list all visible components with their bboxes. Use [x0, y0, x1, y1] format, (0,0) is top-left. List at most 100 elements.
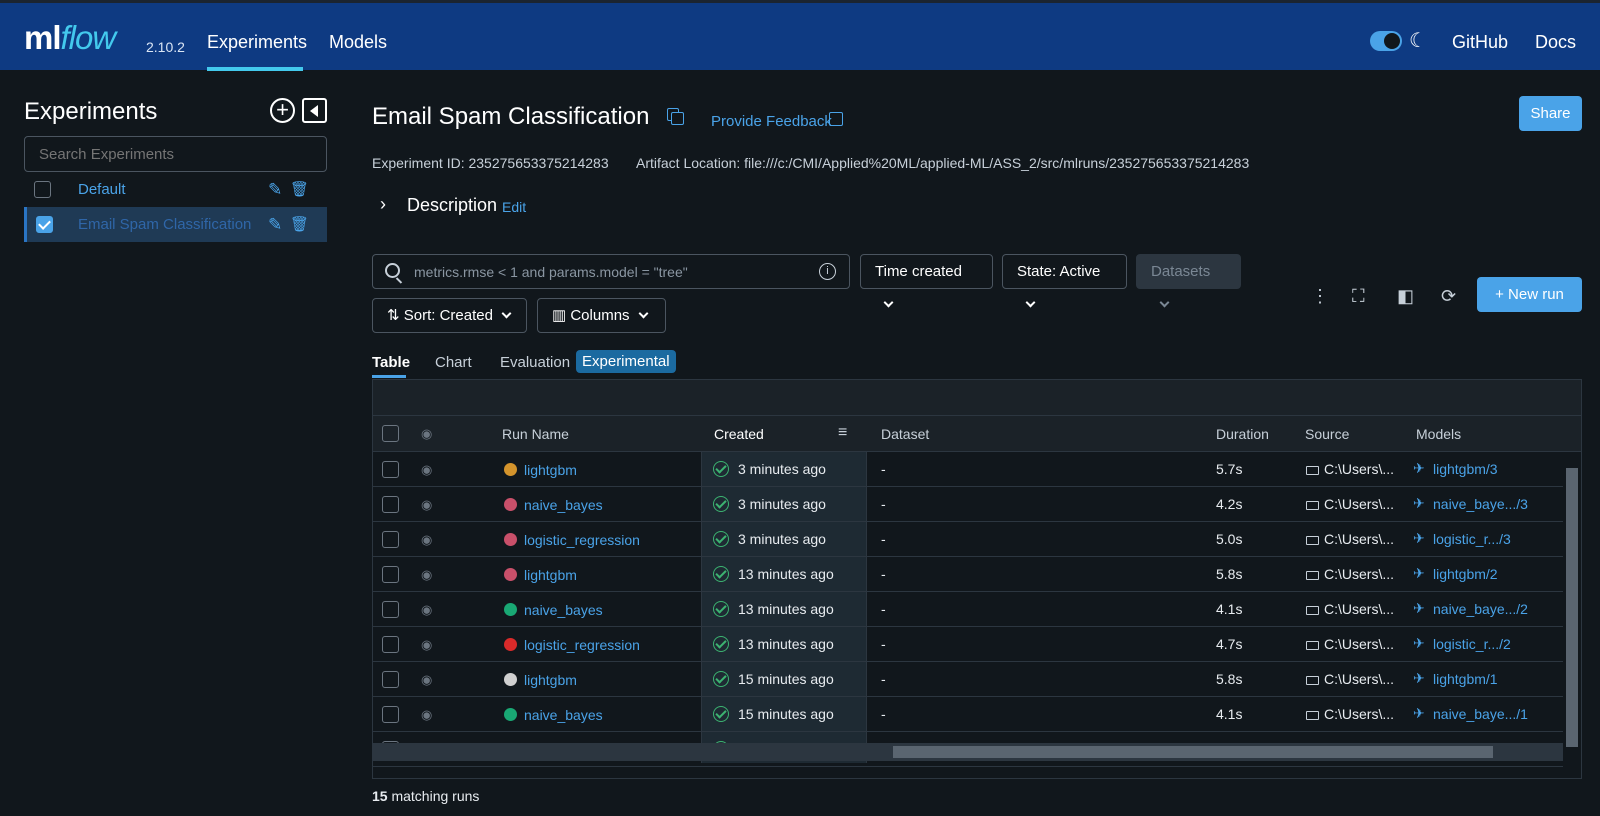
eye-icon[interactable]: ◉	[421, 532, 432, 548]
state-dropdown[interactable]: State: Active	[1002, 254, 1127, 308]
run-name-link[interactable]: logistic_regression	[524, 637, 640, 653]
table-row[interactable]: ◉ naive_bayes 15 minutes ago - 4.1s C:\Users\…	[373, 697, 1563, 732]
search-experiments-input[interactable]	[24, 136, 327, 172]
run-color-dot[interactable]	[504, 498, 517, 511]
run-name-link[interactable]: naive_bayes	[524, 707, 603, 723]
eye-icon[interactable]: ◉	[421, 672, 432, 688]
experimental-badge[interactable]: Experimental	[576, 350, 676, 373]
mlflow-logo[interactable]: mlflow	[24, 19, 116, 57]
edit-description-link[interactable]: Edit	[502, 199, 526, 215]
run-color-dot[interactable]	[504, 603, 517, 616]
run-color-dot[interactable]	[504, 568, 517, 581]
description-header[interactable]: Description	[407, 195, 497, 216]
table-row[interactable]: ◉ logistic_regression 3 minutes ago - 5.0s C:…	[373, 522, 1563, 557]
run-color-dot[interactable]	[504, 708, 517, 721]
run-search-box[interactable]: metrics.rmse < 1 and params.model = "tre…	[372, 254, 850, 289]
experiment-name[interactable]: Email Spam Classification	[78, 216, 251, 233]
experiment-checkbox[interactable]	[34, 181, 51, 198]
source-cell[interactable]: C:\Users\...	[1324, 566, 1394, 582]
run-color-dot[interactable]	[504, 673, 517, 686]
source-cell[interactable]: C:\Users\...	[1324, 531, 1394, 547]
eye-icon[interactable]: ◉	[421, 637, 432, 653]
model-link[interactable]: lightgbm/3	[1433, 461, 1498, 477]
experiment-name[interactable]: Default	[78, 181, 126, 198]
table-row[interactable]: ◉ lightgbm 3 minutes ago - 5.7s C:\Users\... ✈…	[373, 452, 1563, 487]
model-link[interactable]: lightgbm/1	[1433, 671, 1498, 687]
run-name-link[interactable]: naive_bayes	[524, 497, 603, 513]
run-name-link[interactable]: naive_bayes	[524, 602, 603, 618]
run-name-link[interactable]: lightgbm	[524, 672, 577, 688]
header-dataset[interactable]: Dataset	[881, 426, 929, 442]
chevron-right-icon[interactable]: ›	[380, 194, 386, 215]
side-panel-icon[interactable]: ◧	[1397, 286, 1414, 307]
source-cell[interactable]: C:\Users\...	[1324, 706, 1394, 722]
header-source[interactable]: Source	[1305, 426, 1349, 442]
row-checkbox[interactable]	[382, 461, 399, 478]
run-name-link[interactable]: lightgbm	[524, 567, 577, 583]
row-checkbox[interactable]	[382, 601, 399, 618]
vertical-scrollbar[interactable]	[1563, 452, 1581, 763]
select-all-checkbox[interactable]	[382, 425, 399, 442]
model-link[interactable]: logistic_r.../3	[1433, 531, 1511, 547]
header-created[interactable]: Created	[714, 426, 764, 442]
row-checkbox[interactable]	[382, 531, 399, 548]
model-link[interactable]: naive_baye.../3	[1433, 496, 1528, 512]
run-color-dot[interactable]	[504, 533, 517, 546]
columns-dropdown[interactable]: ▥ Columns	[537, 298, 666, 333]
external-link-icon[interactable]	[829, 112, 843, 126]
pencil-icon[interactable]: ✎	[268, 215, 282, 235]
source-cell[interactable]: C:\Users\...	[1324, 496, 1394, 512]
datasets-dropdown[interactable]: Datasets	[1136, 254, 1241, 308]
table-row[interactable]: ◉ naive_bayes 3 minutes ago - 4.2s C:\Users\.…	[373, 487, 1563, 522]
horizontal-scrollbar[interactable]	[373, 743, 1563, 761]
refresh-icon[interactable]: ⟳	[1441, 286, 1456, 307]
tab-table[interactable]: Table	[372, 354, 410, 371]
row-checkbox[interactable]	[382, 706, 399, 723]
model-link[interactable]: naive_baye.../1	[1433, 706, 1528, 722]
vertical-scroll-thumb[interactable]	[1566, 468, 1578, 747]
sort-desc-icon[interactable]: ≡	[838, 424, 847, 442]
eye-icon[interactable]: ◉	[421, 462, 432, 478]
row-checkbox[interactable]	[382, 636, 399, 653]
source-cell[interactable]: C:\Users\...	[1324, 601, 1394, 617]
nav-models[interactable]: Models	[329, 32, 387, 53]
docs-link[interactable]: Docs	[1535, 32, 1576, 53]
model-link[interactable]: naive_baye.../2	[1433, 601, 1528, 617]
add-experiment-icon[interactable]: +	[270, 98, 295, 123]
row-checkbox[interactable]	[382, 566, 399, 583]
provide-feedback-link[interactable]: Provide Feedback	[711, 113, 832, 130]
share-button[interactable]: Share	[1519, 96, 1582, 131]
run-search-placeholder[interactable]: metrics.rmse < 1 and params.model = "tre…	[414, 264, 688, 280]
experiment-checkbox[interactable]	[36, 216, 53, 233]
info-icon[interactable]: i	[819, 263, 836, 280]
tab-chart[interactable]: Chart	[435, 354, 472, 371]
run-name-link[interactable]: lightgbm	[524, 462, 577, 478]
header-models[interactable]: Models	[1416, 426, 1461, 442]
source-cell[interactable]: C:\Users\...	[1324, 636, 1394, 652]
trash-icon[interactable]: 🗑	[290, 180, 309, 198]
table-row[interactable]: ◉ logistic_regression 13 minutes ago - 4.7s C…	[373, 627, 1563, 662]
sort-dropdown[interactable]: ⇅ Sort: Created	[372, 298, 527, 333]
source-cell[interactable]: C:\Users\...	[1324, 461, 1394, 477]
eye-icon[interactable]: ◉	[421, 567, 432, 583]
eye-icon[interactable]: ◉	[421, 707, 432, 723]
new-run-button[interactable]: + New run	[1477, 277, 1582, 312]
header-run-name[interactable]: Run Name	[502, 426, 569, 442]
sidebar-item-default[interactable]: Default ✎ 🗑	[24, 172, 327, 207]
more-options-icon[interactable]: ⋮	[1311, 286, 1329, 307]
row-checkbox[interactable]	[382, 671, 399, 688]
table-row[interactable]: ◉ lightgbm 13 minutes ago - 5.8s C:\Users\...…	[373, 557, 1563, 592]
row-checkbox[interactable]	[382, 496, 399, 513]
run-name-link[interactable]: logistic_regression	[524, 532, 640, 548]
github-link[interactable]: GitHub	[1452, 32, 1508, 53]
model-link[interactable]: lightgbm/2	[1433, 566, 1498, 582]
copy-icon[interactable]	[667, 108, 684, 125]
sidebar-item-email-spam[interactable]: Email Spam Classification ✎ 🗑	[24, 207, 327, 242]
run-color-dot[interactable]	[504, 463, 517, 476]
eye-icon[interactable]: ◉	[421, 602, 432, 618]
fullscreen-icon[interactable]: ⛶	[1352, 286, 1365, 307]
header-duration[interactable]: Duration	[1216, 426, 1269, 442]
collapse-sidebar-icon[interactable]	[302, 98, 327, 123]
run-color-dot[interactable]	[504, 638, 517, 651]
nav-experiments[interactable]: Experiments	[207, 32, 307, 53]
